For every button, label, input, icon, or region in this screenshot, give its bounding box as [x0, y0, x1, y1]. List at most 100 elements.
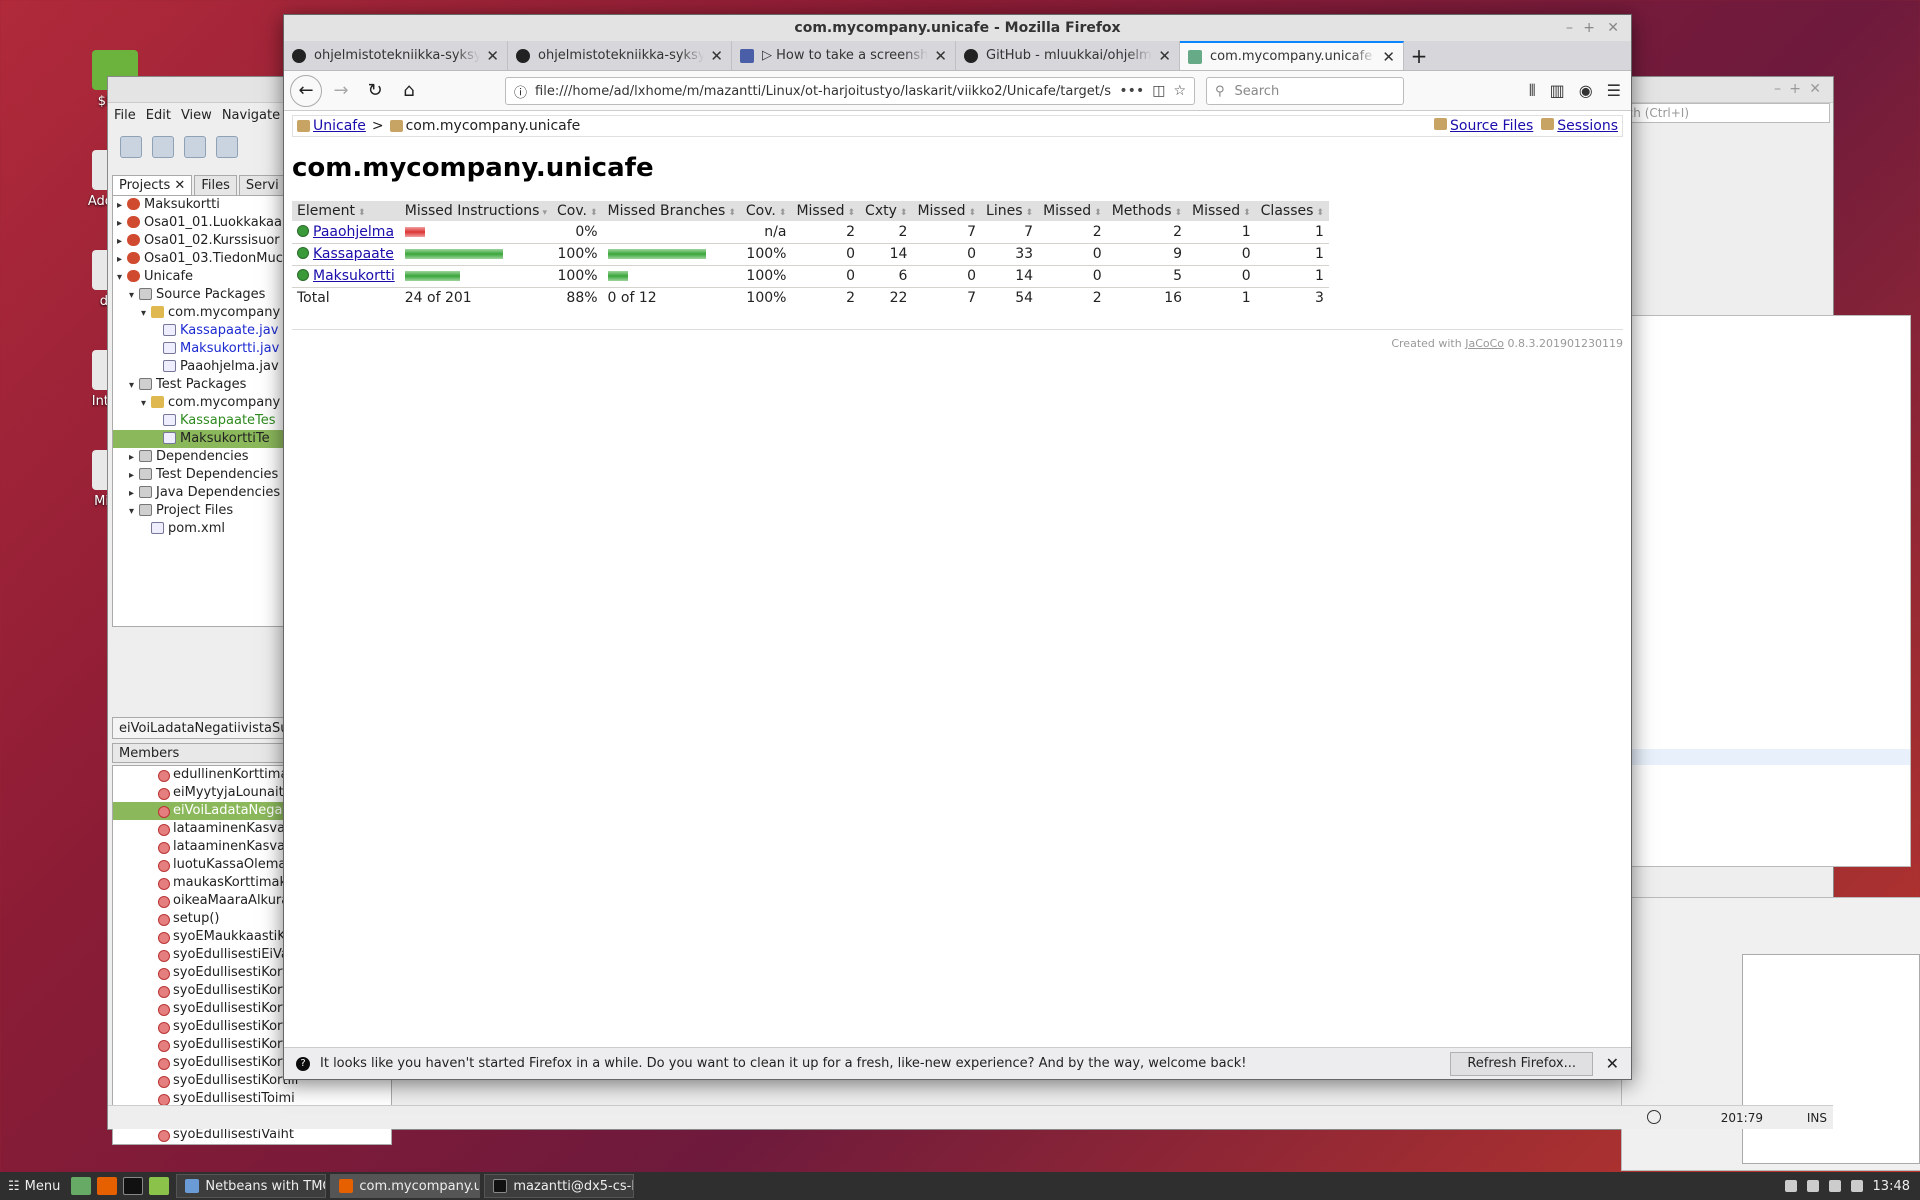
close-tab-icon[interactable]: ✕	[1158, 47, 1171, 65]
missed-instructions-bar	[399, 265, 552, 288]
browser-tab[interactable]: GitHub - mluukkai/ohjelmis ✕	[956, 41, 1180, 70]
tab-services[interactable]: Servi	[238, 175, 286, 195]
column-header[interactable]: Missed ⬍	[1187, 201, 1256, 222]
close-tab-icon[interactable]: ✕	[1382, 48, 1395, 66]
minimize-icon[interactable]: –	[1566, 15, 1573, 41]
maximize-icon[interactable]: +	[1583, 15, 1595, 41]
sessions-link[interactable]: Sessions	[1557, 118, 1618, 134]
menu-navigate[interactable]: Navigate	[222, 108, 280, 123]
pen-icon[interactable]	[1806, 1180, 1819, 1192]
new-file-icon[interactable]	[120, 136, 142, 158]
editor-pane[interactable]	[1621, 315, 1911, 867]
account-icon[interactable]: ◉	[1579, 81, 1593, 101]
show-desktop-icon[interactable]	[71, 1177, 92, 1195]
files-launcher-icon[interactable]	[149, 1177, 170, 1195]
user-icon[interactable]	[1784, 1180, 1797, 1192]
jacoco-link[interactable]: JaCoCo	[1465, 337, 1504, 350]
column-header[interactable]: Methods ⬍	[1106, 201, 1188, 222]
back-button[interactable]: ←	[290, 74, 322, 107]
taskbar-item-firefox[interactable]: com.mycompany.un...	[330, 1174, 481, 1198]
sidebar-icon[interactable]: ▥	[1550, 81, 1565, 101]
network-icon[interactable]	[1850, 1180, 1863, 1192]
reload-button[interactable]: ↻	[360, 76, 390, 106]
expand-toggle-icon[interactable]: ▸	[129, 467, 139, 485]
total-missed-classes: 1	[1241, 290, 1251, 307]
column-header[interactable]: Missed Instructions ▾	[399, 201, 552, 222]
close-icon[interactable]: ✕	[1606, 1054, 1619, 1073]
menu-edit[interactable]: Edit	[146, 108, 171, 123]
url-bar[interactable]: ⓘ file:///home/ad/lxhome/m/mazantti/Linu…	[505, 77, 1195, 105]
library-icon[interactable]: ⫴	[1529, 81, 1536, 101]
output-area[interactable]	[1742, 954, 1920, 1164]
close-icon[interactable]: ✕	[1607, 15, 1619, 41]
bookmark-star-icon[interactable]: ☆	[1173, 83, 1186, 99]
notifications-icon[interactable]	[1647, 1110, 1661, 1124]
element-link[interactable]: Kassapaate	[313, 246, 394, 262]
expand-toggle-icon[interactable]: ▸	[129, 485, 139, 503]
column-header[interactable]: Missed Branches ⬍	[602, 201, 741, 222]
column-header[interactable]: Missed ⬍	[791, 201, 861, 222]
terminal-launcher-icon[interactable]	[123, 1177, 144, 1195]
column-header[interactable]: Cov. ⬍	[552, 201, 603, 222]
new-project-icon[interactable]	[152, 136, 174, 158]
home-button[interactable]: ⌂	[394, 76, 424, 106]
browser-tab[interactable]: ohjelmistotekniikka-syksy-2 ✕	[284, 41, 508, 70]
taskbar-item-netbeans[interactable]: Netbeans with TMC ...	[176, 1174, 327, 1198]
expand-toggle-icon[interactable]: ▸	[129, 449, 139, 467]
close-icon[interactable]: ✕	[174, 178, 185, 193]
close-icon[interactable]: ✕	[1809, 81, 1821, 97]
pocket-icon[interactable]: ◫	[1152, 83, 1165, 99]
expand-toggle-icon[interactable]: ▾	[129, 377, 139, 395]
tab-files[interactable]: Files	[194, 175, 237, 195]
netbeans-search-input[interactable]: rch (Ctrl+I)	[1615, 103, 1830, 123]
expand-toggle-icon[interactable]: ▸	[117, 215, 127, 233]
element-link[interactable]: Paaohjelma	[313, 224, 394, 240]
expand-toggle-icon[interactable]: ▸	[117, 233, 127, 251]
close-tab-icon[interactable]: ✕	[934, 47, 947, 65]
column-header[interactable]: Cxty ⬍	[860, 201, 913, 222]
column-header[interactable]: Missed ⬍	[1038, 201, 1107, 222]
expand-toggle-icon[interactable]: ▾	[129, 287, 139, 305]
menu-icon: ☷	[8, 1178, 20, 1194]
open-project-icon[interactable]	[184, 136, 206, 158]
member-label: lataaminenKasvatt	[173, 839, 296, 854]
browser-tab[interactable]: ▷ How to take a screenshot ✕	[732, 41, 956, 70]
save-all-icon[interactable]	[216, 136, 238, 158]
browser-tab[interactable]: ohjelmistotekniikka-syksy-2 ✕	[508, 41, 732, 70]
maximize-icon[interactable]: +	[1789, 81, 1801, 97]
menu-file[interactable]: File	[114, 108, 136, 123]
tab-projects[interactable]: Projects ✕	[112, 175, 193, 195]
menu-view[interactable]: View	[181, 108, 212, 123]
close-tab-icon[interactable]: ✕	[486, 47, 499, 65]
breadcrumb-root-link[interactable]: Unicafe	[313, 118, 366, 134]
new-tab-button[interactable]: +	[1404, 41, 1434, 70]
column-header[interactable]: Lines ⬍	[981, 201, 1039, 222]
volume-icon[interactable]	[1828, 1180, 1841, 1192]
element-link[interactable]: Maksukortti	[313, 268, 395, 284]
refresh-firefox-button[interactable]: Refresh Firefox...	[1450, 1052, 1593, 1076]
page-actions-icon[interactable]: •••	[1119, 83, 1144, 99]
browser-tab[interactable]: com.mycompany.unicafe ✕	[1180, 41, 1404, 70]
expand-toggle-icon[interactable]: ▾	[141, 395, 151, 413]
clock[interactable]: 13:48	[1873, 1179, 1910, 1194]
taskbar-item-terminal[interactable]: mazantti@dx5-cs-b...	[484, 1174, 635, 1198]
firefox-launcher-icon[interactable]	[97, 1177, 118, 1195]
column-header[interactable]: Classes ⬍	[1255, 201, 1329, 222]
minimize-icon[interactable]: –	[1774, 81, 1781, 97]
hamburger-menu-icon[interactable]: ☰	[1607, 81, 1621, 101]
expand-toggle-icon[interactable]: ▾	[129, 503, 139, 521]
column-header[interactable]: Missed ⬍	[912, 201, 982, 222]
sort-icon: ⬍	[847, 207, 856, 218]
forward-button[interactable]: →	[326, 76, 356, 106]
source-files-link[interactable]: Source Files	[1450, 118, 1533, 134]
expand-toggle-icon[interactable]: ▾	[117, 269, 127, 287]
info-icon[interactable]: ⓘ	[514, 82, 527, 101]
start-menu-button[interactable]: ☷ Menu	[0, 1179, 68, 1194]
search-input[interactable]: ⚲ Search	[1206, 77, 1404, 105]
column-header[interactable]: Element ⬍	[292, 201, 400, 222]
expand-toggle-icon[interactable]: ▸	[117, 251, 127, 269]
expand-toggle-icon[interactable]: ▸	[117, 197, 127, 215]
column-header[interactable]: Cov. ⬍	[740, 201, 792, 222]
close-tab-icon[interactable]: ✕	[710, 47, 723, 65]
expand-toggle-icon[interactable]: ▾	[141, 305, 151, 323]
